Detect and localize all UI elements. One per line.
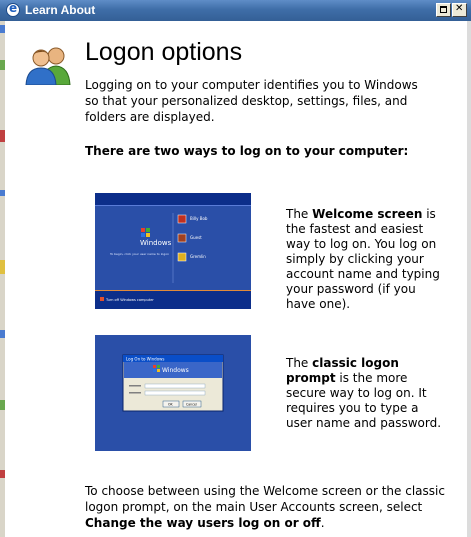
classic-window-title: Log On to Windows — [126, 357, 165, 362]
window-title: Learn About — [25, 3, 96, 17]
close-button[interactable] — [452, 3, 467, 17]
welcome-screen-description: The Welcome screen is the fastest and ea… — [286, 207, 440, 311]
section-heading: There are two ways to log on to your com… — [85, 144, 409, 158]
welcome-user-2: Guest — [190, 235, 202, 240]
page-title: Logon options — [85, 38, 243, 66]
footer-paragraph: To choose between using the Welcome scre… — [85, 484, 445, 530]
help-content-pane[interactable]: Logon options Logging on to your compute… — [5, 21, 471, 537]
welcome-user-3: Gremlin — [190, 254, 206, 259]
change-logon-setting-term: Change the way users log on or off — [85, 516, 321, 530]
classic-cancel-button: Cancel — [186, 403, 197, 407]
internet-explorer-icon — [6, 1, 20, 17]
welcome-logo-text: Windows — [140, 239, 172, 247]
restore-button[interactable] — [436, 3, 451, 17]
user-accounts-icon — [25, 47, 71, 85]
intro-paragraph: Logging on to your computer identifies y… — [85, 78, 418, 124]
welcome-screen-image: Windows To begin, click your user name t… — [95, 193, 251, 309]
classic-logo-text: Windows — [162, 367, 189, 374]
classic-logon-description: The classic logon prompt is the more sec… — [286, 356, 442, 430]
classic-logon-image: Log On to Windows Windows OK Cancel — [95, 335, 251, 451]
welcome-user-1: Billy Bob — [190, 216, 208, 221]
welcome-screen-term: Welcome screen — [312, 207, 423, 221]
title-bar[interactable]: Learn About — [0, 0, 471, 21]
welcome-turnoff-text: Turn off Windows computer — [105, 298, 154, 302]
welcome-caption: To begin, click your user name to logon — [109, 252, 169, 256]
